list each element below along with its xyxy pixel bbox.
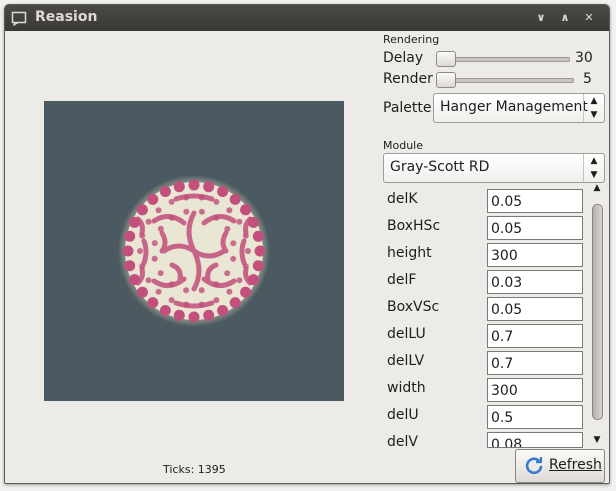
- param-label: delLU: [387, 326, 426, 342]
- param-label: delLV: [387, 353, 425, 369]
- title-bar[interactable]: Reasion ∨ ∧ ✕: [5, 5, 609, 31]
- param-label: BoxVSc: [387, 299, 440, 315]
- render-slider-track[interactable]: [437, 78, 574, 83]
- scroll-up-icon[interactable]: ▲: [590, 182, 604, 194]
- delay-value: 30: [575, 50, 593, 66]
- param-input[interactable]: 0.05: [487, 297, 583, 321]
- render-value: 5: [583, 71, 592, 87]
- refresh-label: Refresh: [549, 457, 602, 473]
- param-label: width: [387, 380, 426, 396]
- parameter-scrollbar[interactable]: ▲ ▼: [590, 182, 604, 448]
- param-label: delF: [387, 272, 417, 288]
- refresh-icon: [525, 457, 543, 475]
- render-slider-handle[interactable]: [435, 72, 456, 88]
- app-window: Reasion ∨ ∧ ✕ Ticks: 1395 Rendering Dela…: [4, 4, 610, 484]
- palette-dropdown[interactable]: Hanger Management ▲ ▼: [433, 93, 605, 123]
- delay-slider-track[interactable]: [437, 57, 570, 62]
- module-group-label: Module: [383, 139, 423, 152]
- simulation-canvas[interactable]: [44, 101, 344, 401]
- delay-slider-handle[interactable]: [435, 51, 456, 67]
- module-dropdown[interactable]: Gray-Scott RD ▲ ▼: [383, 153, 605, 183]
- maximize-icon[interactable]: ∧: [557, 10, 573, 26]
- reaction-diffusion-pattern: [118, 175, 270, 327]
- ticks-counter: Ticks: 1395: [163, 463, 226, 476]
- minimize-icon[interactable]: ∨: [533, 10, 549, 26]
- param-label: BoxHSc: [387, 218, 441, 234]
- close-icon[interactable]: ✕: [581, 10, 597, 26]
- dropdown-arrows-icon: ▲ ▼: [583, 94, 604, 122]
- param-input[interactable]: 0.05: [487, 216, 583, 240]
- main-content: Ticks: 1395 Rendering Delay 30 Render 5 …: [5, 31, 609, 483]
- dropdown-arrows-icon: ▲ ▼: [583, 154, 604, 182]
- param-label: height: [387, 245, 432, 261]
- module-dropdown-value: Gray-Scott RD: [390, 159, 490, 175]
- param-input[interactable]: 0.5: [487, 405, 583, 429]
- param-input[interactable]: 0.03: [487, 270, 583, 294]
- param-input[interactable]: 300: [487, 243, 583, 267]
- param-input[interactable]: 0.05: [487, 189, 583, 213]
- param-label: delU: [387, 407, 419, 423]
- palette-label: Palette: [383, 100, 432, 116]
- refresh-button[interactable]: Refresh: [515, 449, 605, 483]
- scroll-down-icon[interactable]: ▼: [590, 434, 604, 446]
- param-label: delK: [387, 191, 418, 207]
- param-input[interactable]: 0.08: [487, 432, 583, 448]
- app-icon: [11, 11, 27, 26]
- scrollbar-thumb[interactable]: [592, 204, 603, 420]
- rendering-group-label: Rendering: [383, 33, 440, 46]
- window-title: Reasion: [35, 9, 98, 25]
- palette-dropdown-value: Hanger Management: [440, 99, 588, 115]
- param-input[interactable]: 0.7: [487, 324, 583, 348]
- param-input[interactable]: 0.7: [487, 351, 583, 375]
- param-input[interactable]: 300: [487, 378, 583, 402]
- param-label: delV: [387, 434, 418, 450]
- render-label: Render: [383, 71, 433, 87]
- delay-label: Delay: [383, 50, 424, 66]
